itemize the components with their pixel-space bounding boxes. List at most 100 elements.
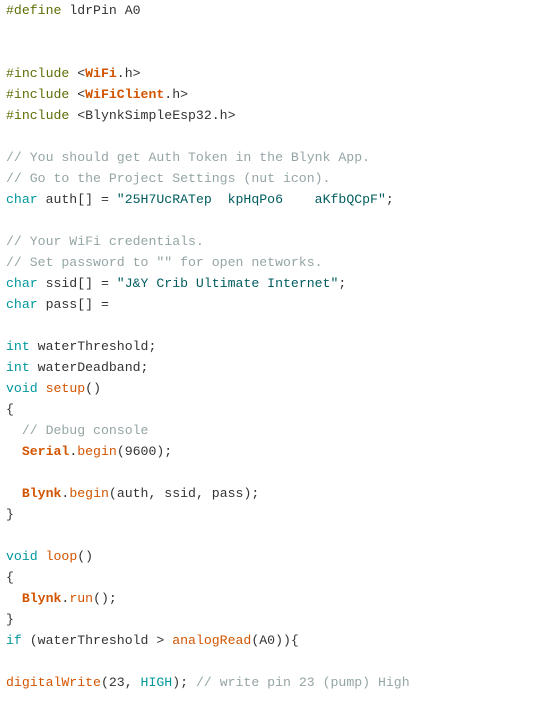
- code-line[interactable]: char pass[] =: [6, 294, 531, 315]
- code-line[interactable]: [6, 21, 531, 42]
- code-comment: // Go to the Project Settings (nut icon)…: [6, 171, 331, 186]
- code-line[interactable]: if (waterThreshold > analogRead(A0)){: [6, 630, 531, 651]
- code-line[interactable]: [6, 210, 531, 231]
- code-line[interactable]: [6, 42, 531, 63]
- code-text: waterThreshold;: [29, 339, 157, 354]
- code-comment: // You should get Auth Token in the Blyn…: [6, 150, 371, 165]
- code-text: (23,: [100, 675, 141, 690]
- code-line[interactable]: // Go to the Project Settings (nut icon)…: [6, 168, 531, 189]
- code-line[interactable]: {: [6, 399, 531, 420]
- function-name: setup: [45, 381, 86, 396]
- function-name: loop: [45, 549, 78, 564]
- code-text: ;: [385, 192, 394, 207]
- code-line[interactable]: char auth[] = "25H7UcRATep kpHqPo6 aKfbQ…: [6, 189, 531, 210]
- code-text: ssid[] =: [37, 276, 117, 291]
- class-name: Blynk: [21, 486, 62, 501]
- code-text: {: [6, 570, 14, 585]
- string-literal: "J&Y Crib Ultimate Internet": [116, 276, 339, 291]
- code-text: (A0)){: [251, 633, 299, 648]
- type-keyword: void: [6, 549, 38, 564]
- code-comment: // Debug console: [21, 423, 149, 438]
- code-line[interactable]: [6, 525, 531, 546]
- code-text: }: [6, 507, 14, 522]
- string-literal: "25H7: [116, 192, 157, 207]
- code-line[interactable]: #include <WiFi.h>: [6, 63, 531, 84]
- code-line[interactable]: // Debug console: [6, 420, 531, 441]
- constant: HIGH: [140, 675, 173, 690]
- code-line[interactable]: int waterThreshold;: [6, 336, 531, 357]
- code-line[interactable]: #include <BlynkSimpleEsp32.h>: [6, 105, 531, 126]
- function-name: begin: [77, 444, 117, 459]
- code-line[interactable]: int waterDeadband;: [6, 357, 531, 378]
- code-text: ();: [93, 591, 117, 606]
- code-text: {: [6, 402, 14, 417]
- type-keyword: if: [6, 633, 22, 648]
- code-line[interactable]: void loop(): [6, 546, 531, 567]
- preprocessor-directive: #include: [6, 66, 70, 81]
- preprocessor-directive: #include: [6, 108, 70, 123]
- code-line[interactable]: [6, 315, 531, 336]
- code-line[interactable]: }: [6, 504, 531, 525]
- code-text: <BlynkSimpleEsp32.h>: [69, 108, 236, 123]
- preprocessor-directive: #include: [6, 87, 70, 102]
- code-text: }: [6, 612, 14, 627]
- type-keyword: void: [6, 381, 38, 396]
- type-keyword: char: [6, 192, 38, 207]
- code-text: ldrPin A0: [61, 3, 141, 18]
- code-text: (): [85, 381, 101, 396]
- class-name: Serial: [21, 444, 70, 459]
- code-line[interactable]: #include <WiFiClient.h>: [6, 84, 531, 105]
- code-line[interactable]: digitalWrite(23, HIGH); // write pin 23 …: [6, 672, 531, 693]
- code-line[interactable]: {: [6, 567, 531, 588]
- code-comment: // Your WiFi credentials.: [6, 234, 204, 249]
- code-text: (): [77, 549, 94, 564]
- class-name: Blynk: [21, 591, 62, 606]
- type-keyword: int: [6, 339, 30, 354]
- code-comment: // Set password to "" for open networks.: [6, 255, 323, 270]
- code-comment: // write pin 23 (pump) High: [195, 675, 410, 690]
- preprocessor-directive: #define: [6, 3, 62, 18]
- class-name: WiFiClient: [85, 87, 165, 102]
- code-text: (9600);: [116, 444, 173, 459]
- code-text: pass[] =: [37, 297, 117, 312]
- code-text: <: [69, 87, 86, 102]
- function-name: begin: [69, 486, 109, 501]
- string-literal: kpHqPo6 aKfbQCpF": [211, 192, 386, 207]
- type-keyword: int: [6, 360, 30, 375]
- string-literal: UcRATep: [156, 192, 212, 207]
- code-line[interactable]: Serial.begin(9600);: [6, 441, 531, 462]
- code-line[interactable]: #define ldrPin A0: [6, 0, 531, 21]
- code-editor[interactable]: #define ldrPin A0 #include <WiFi.h> #incl…: [6, 0, 531, 693]
- code-line[interactable]: [6, 462, 531, 483]
- code-text: <: [69, 66, 86, 81]
- type-keyword: char: [6, 297, 38, 312]
- code-line[interactable]: [6, 126, 531, 147]
- code-line[interactable]: char ssid[] = "J&Y Crib Ultimate Interne…: [6, 273, 531, 294]
- code-text: (auth, ssid, pass);: [108, 486, 260, 501]
- function-name: digitalWrite: [6, 675, 101, 690]
- code-text: waterDeadband;: [29, 360, 149, 375]
- code-line[interactable]: // Your WiFi credentials.: [6, 231, 531, 252]
- type-keyword: char: [6, 276, 38, 291]
- code-line[interactable]: // Set password to "" for open networks.: [6, 252, 531, 273]
- code-text: .h>: [116, 66, 141, 81]
- code-line[interactable]: // You should get Auth Token in the Blyn…: [6, 147, 531, 168]
- code-text: );: [172, 675, 196, 690]
- code-text: ;: [338, 276, 347, 291]
- code-line[interactable]: void setup(): [6, 378, 531, 399]
- code-line[interactable]: Blynk.begin(auth, ssid, pass);: [6, 483, 531, 504]
- code-line[interactable]: [6, 651, 531, 672]
- class-name: WiFi: [85, 66, 117, 81]
- function-name: analogRead: [172, 633, 252, 648]
- code-text: .h>: [164, 87, 189, 102]
- code-text: (waterThreshold >: [21, 633, 173, 648]
- function-name: run: [69, 591, 94, 606]
- code-line[interactable]: Blynk.run();: [6, 588, 531, 609]
- code-line[interactable]: }: [6, 609, 531, 630]
